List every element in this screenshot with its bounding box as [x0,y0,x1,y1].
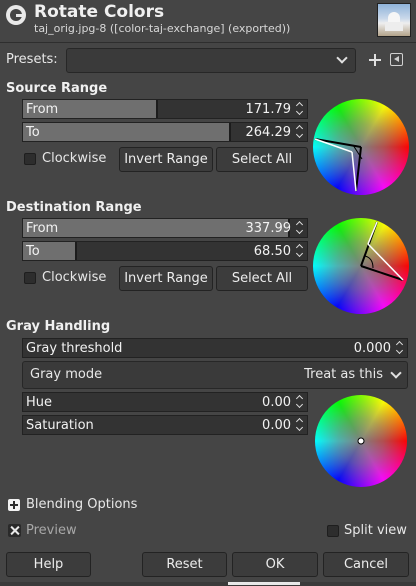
source-clockwise-checkbox[interactable] [24,153,36,165]
spin-arrows-icon[interactable] [295,102,305,116]
source-invert-range-button[interactable]: Invert Range [119,147,213,172]
gray-threshold-label: Gray threshold [26,341,123,356]
dialog-title: Rotate Colors [34,2,165,22]
source-from-label: From [26,102,59,117]
spin-arrows-icon[interactable] [295,244,305,258]
saturation-label: Saturation [26,418,94,433]
gray-mode-combo[interactable]: Gray mode Treat as this [22,361,408,389]
spin-arrows-icon[interactable] [295,125,305,139]
destination-invert-range-button[interactable]: Invert Range [119,266,213,291]
destination-from-label: From [26,221,59,236]
split-view-checkbox[interactable] [327,525,339,537]
spin-arrows-icon[interactable] [295,221,305,235]
chevron-down-icon [390,367,402,379]
gray-mode-value: Treat as this [304,367,383,382]
cancel-button[interactable]: Cancel [323,552,409,577]
spin-arrows-icon[interactable] [295,418,305,432]
saturation-spinscale[interactable]: Saturation 0.00 [22,415,308,435]
destination-to-label: To [26,244,40,259]
blending-options-label[interactable]: Blending Options [26,497,137,512]
hue-spinscale[interactable]: Hue 0.00 [22,392,308,412]
source-hue-wheel[interactable] [313,99,409,195]
destination-clockwise-label: Clockwise [42,270,107,285]
saturation-value: 0.00 [262,418,291,433]
destination-hue-wheel[interactable] [313,218,409,314]
blending-options-expander-icon[interactable] [8,499,20,511]
destination-from-value: 337.99 [245,221,292,236]
menu-icon[interactable] [390,53,403,66]
source-to-label: To [26,125,40,140]
presets-label: Presets: [6,52,58,67]
source-from-spinscale[interactable]: From 171.79 [22,99,308,119]
presets-combo[interactable] [66,48,356,73]
spin-arrows-icon[interactable] [295,395,305,409]
source-from-value: 171.79 [245,102,292,117]
gray-threshold-value: 0.000 [353,341,391,356]
focus-indicator [0,582,416,586]
spin-arrows-icon[interactable] [395,341,405,355]
plus-icon[interactable] [368,53,382,67]
source-range-indicator [314,138,363,192]
gray-hue-wheel[interactable] [315,395,407,487]
gimp-icon [6,5,26,25]
source-select-all-button[interactable]: Select All [216,147,308,172]
gray-mode-label: Gray mode [30,367,103,382]
preview-label: Preview [26,523,77,538]
source-to-spinscale[interactable]: To 264.29 [22,122,308,142]
help-button[interactable]: Help [6,552,91,577]
hue-value: 0.00 [262,395,291,410]
destination-from-spinscale[interactable]: From 337.99 [22,218,308,238]
destination-to-spinscale[interactable]: To 68.50 [22,241,308,261]
chevron-down-icon [336,52,348,64]
image-thumbnail [377,3,411,37]
dialog-subtitle: taj_orig.jpg-8 ([color-taj-exchange] (ex… [34,22,291,35]
preview-checkbox[interactable] [8,524,21,537]
source-to-value: 264.29 [245,125,292,140]
destination-range-indicator [360,221,404,281]
destination-clockwise-checkbox[interactable] [24,272,36,284]
destination-to-value: 68.50 [253,244,291,259]
hue-label: Hue [26,395,53,410]
source-clockwise-label: Clockwise [42,151,107,166]
ok-button[interactable]: OK [232,552,318,577]
source-to-fill [23,123,232,141]
header-separator [0,42,416,43]
split-view-label: Split view [344,523,407,538]
gray-threshold-spinscale[interactable]: Gray threshold 0.000 [22,338,408,358]
gray-point-marker [357,437,365,445]
reset-button[interactable]: Reset [142,552,227,577]
destination-select-all-button[interactable]: Select All [216,266,308,291]
source-range-heading: Source Range [6,81,108,96]
destination-range-heading: Destination Range [6,200,142,215]
gray-handling-heading: Gray Handling [6,319,111,334]
